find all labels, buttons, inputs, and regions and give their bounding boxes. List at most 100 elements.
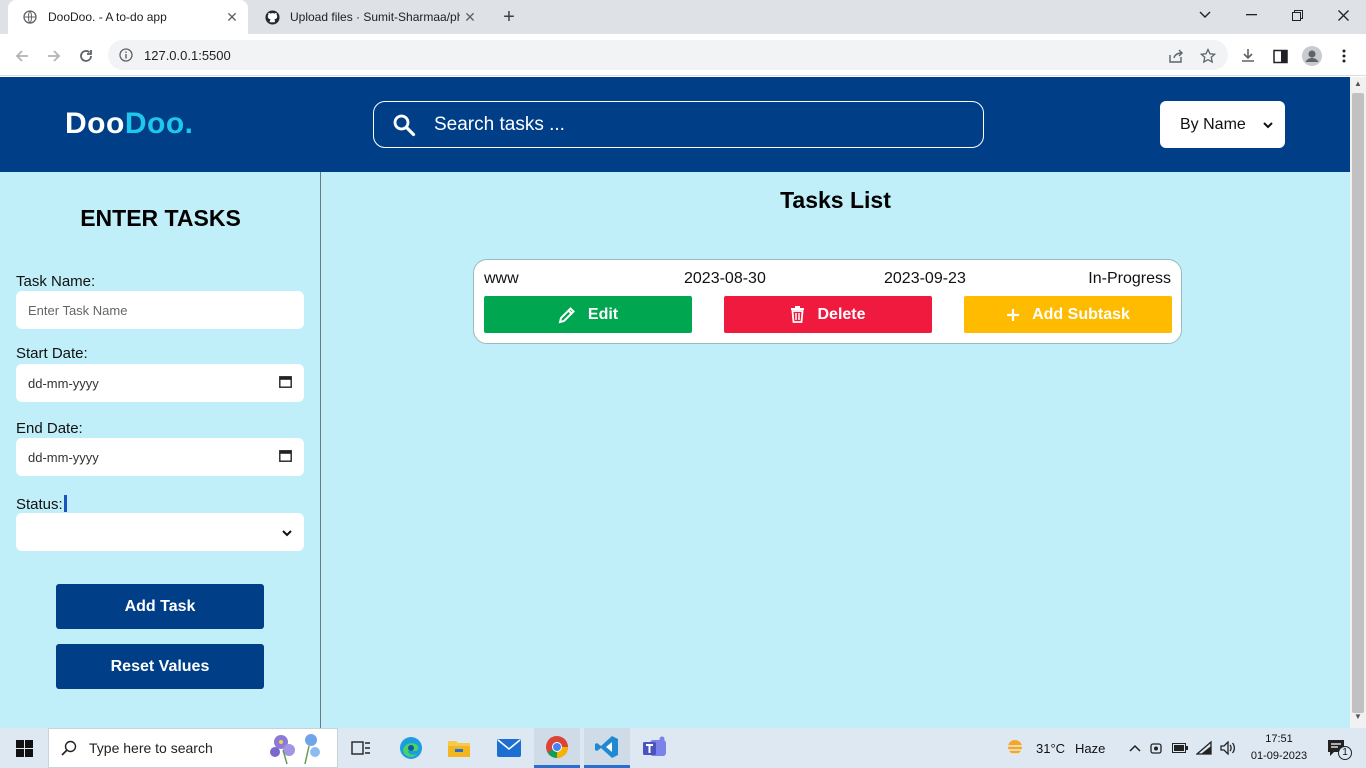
tab-search-chevron-icon[interactable] (1182, 0, 1228, 30)
windows-taskbar: Type here to search 31°C Haze 17:51 01-0… (0, 728, 1366, 768)
globe-icon (22, 9, 38, 25)
volume-icon[interactable] (1216, 741, 1240, 755)
logo-text-blue: Doo. (124, 107, 194, 140)
address-toolbar: 127.0.0.1:5500 (0, 34, 1366, 76)
notification-center-icon[interactable]: 1 (1318, 728, 1354, 768)
tray-icons (1126, 728, 1240, 768)
site-info-icon[interactable] (108, 48, 144, 62)
close-tab-icon[interactable]: ✕ (460, 9, 480, 26)
end-date-label: End Date: (16, 420, 83, 437)
delete-button[interactable]: Delete (724, 296, 932, 333)
close-tab-icon[interactable]: ✕ (222, 9, 242, 26)
download-icon[interactable] (1236, 44, 1260, 68)
calendar-icon[interactable] (279, 449, 292, 465)
status-label: Status: (16, 495, 67, 513)
page-scrollbar[interactable]: ▲ ▼ (1350, 77, 1366, 728)
task-name-placeholder: Enter Task Name (28, 302, 128, 318)
tab-title: DooDoo. - A to-do app (48, 10, 167, 24)
browser-tab-bar: DooDoo. - A to-do app ✕ Upload files · S… (0, 0, 1366, 34)
search-tasks-input[interactable]: Search tasks ... (373, 101, 984, 148)
minimize-button[interactable] (1228, 0, 1274, 30)
tasks-list-title: Tasks List (780, 187, 891, 213)
side-panel-icon[interactable] (1268, 44, 1292, 68)
reset-values-button[interactable]: Reset Values (56, 644, 264, 689)
add-task-button[interactable]: Add Task (56, 584, 264, 629)
menu-kebab-icon[interactable] (1332, 44, 1356, 68)
close-window-button[interactable] (1320, 0, 1366, 30)
weather-condition: Haze (1075, 740, 1106, 756)
app-header: DooDoo. Search tasks ... By Name (0, 77, 1350, 172)
task-name-label: Task Name: (16, 273, 96, 290)
sort-select[interactable]: By Name (1160, 101, 1285, 148)
status-label-text: Status: (16, 496, 63, 513)
scroll-down-arrow-icon[interactable]: ▼ (1350, 712, 1366, 726)
tab-title: Upload files · Sumit-Sharmaa/pha (290, 10, 460, 24)
chrome-icon[interactable] (534, 728, 580, 768)
logo-text-white: Doo (65, 107, 125, 140)
profile-avatar-icon[interactable] (1300, 44, 1324, 68)
teams-icon[interactable] (632, 728, 678, 768)
bookmark-star-icon[interactable] (1196, 44, 1220, 68)
sort-select-value: By Name (1180, 115, 1246, 133)
taskbar-search-placeholder: Type here to search (89, 740, 213, 756)
add-subtask-label: Add Subtask (1032, 305, 1130, 323)
share-icon[interactable] (1164, 44, 1188, 68)
scrollbar-thumb[interactable] (1352, 93, 1364, 713)
system-clock[interactable]: 17:51 01-09-2023 (1248, 731, 1310, 765)
search-icon (374, 113, 434, 137)
clock-time: 17:51 (1265, 733, 1293, 745)
clock-date: 01-09-2023 (1250, 750, 1308, 762)
status-select[interactable] (16, 513, 304, 551)
edge-icon[interactable] (388, 728, 434, 768)
delete-button-label: Delete (817, 305, 866, 323)
mail-icon[interactable] (486, 728, 532, 768)
restore-button[interactable] (1274, 0, 1320, 30)
start-date-input[interactable]: dd-mm-yyyy (16, 364, 304, 402)
task-end-date: 2023-09-23 (884, 270, 966, 287)
plus-icon (1006, 308, 1020, 322)
tab-github[interactable]: Upload files · Sumit-Sharmaa/pha ✕ (250, 0, 486, 34)
task-view-icon[interactable] (338, 728, 384, 768)
start-date-label: Start Date: (16, 345, 88, 362)
trash-icon (790, 306, 805, 323)
show-hidden-icons-chevron-icon[interactable] (1126, 744, 1144, 752)
search-placeholder: Search tasks ... (434, 113, 565, 135)
calendar-icon[interactable] (279, 375, 292, 391)
scroll-up-arrow-icon[interactable]: ▲ (1350, 79, 1366, 93)
taskbar-search-box[interactable]: Type here to search (48, 728, 338, 768)
panel-title: ENTER TASKS (80, 205, 241, 231)
add-subtask-button[interactable]: Add Subtask (964, 296, 1172, 333)
url-bar[interactable]: 127.0.0.1:5500 (108, 40, 1228, 70)
task-entry-panel: ENTER TASKS Task Name: Enter Task Name S… (0, 172, 321, 728)
battery-icon[interactable] (1168, 743, 1192, 753)
task-name-input[interactable]: Enter Task Name (16, 291, 304, 329)
tab-doodoo[interactable]: DooDoo. - A to-do app ✕ (8, 0, 248, 34)
meet-now-icon[interactable] (1144, 741, 1168, 755)
search-icon (49, 740, 89, 756)
end-date-input[interactable]: dd-mm-yyyy (16, 438, 304, 476)
doodoo-app: DooDoo. Search tasks ... By Name ENTER T… (0, 77, 1350, 728)
url-text: 127.0.0.1:5500 (144, 47, 231, 63)
edit-button-label: Edit (587, 305, 619, 323)
task-start-date: 2023-08-30 (684, 270, 766, 287)
start-date-value: dd-mm-yyyy (28, 375, 99, 391)
edit-button[interactable]: Edit (484, 296, 692, 333)
file-explorer-icon[interactable] (436, 728, 482, 768)
text-cursor (63, 495, 67, 512)
github-icon (264, 9, 280, 25)
notification-count-badge: 1 (1338, 746, 1352, 760)
app-logo: DooDoo. (65, 107, 193, 141)
task-card: www 2023-08-30 2023-09-23 In-Progress Ed… (473, 259, 1182, 344)
new-tab-button[interactable]: + (498, 6, 520, 29)
vscode-icon[interactable] (584, 728, 630, 768)
forward-arrow-icon[interactable] (42, 44, 66, 68)
wifi-icon[interactable] (1192, 741, 1216, 755)
chevron-down-icon (282, 525, 292, 540)
weather-widget[interactable]: 31°C Haze (1004, 728, 1105, 768)
flowers-illustration-icon (263, 728, 331, 768)
back-arrow-icon[interactable] (10, 44, 34, 68)
chevron-down-icon (1263, 116, 1273, 134)
windows-start-icon[interactable] (0, 728, 48, 768)
task-name: www (484, 270, 519, 287)
reload-icon[interactable] (74, 44, 98, 68)
